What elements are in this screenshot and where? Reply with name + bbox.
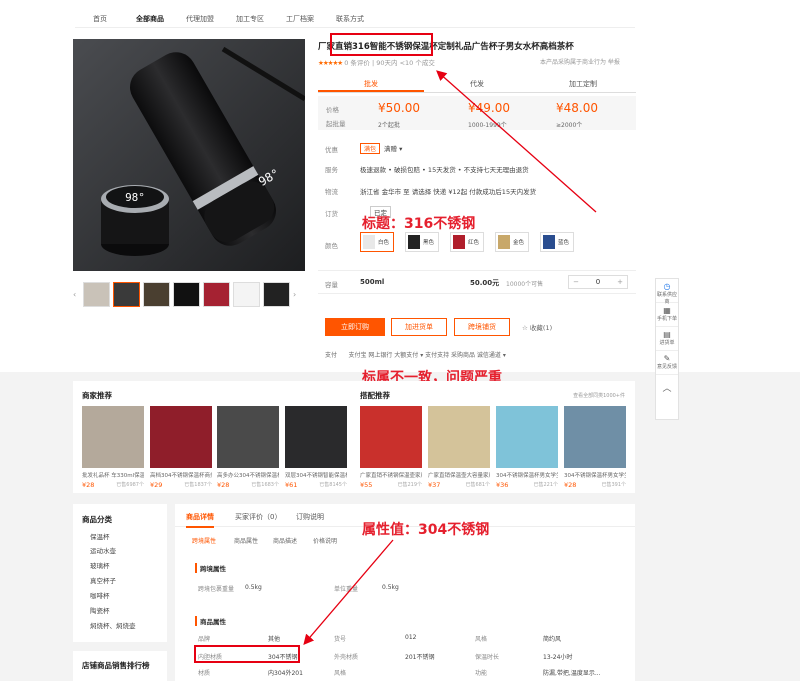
annotation-arrows: [303, 70, 597, 645]
arrow-to-attribute: [303, 539, 394, 645]
arrow-to-title: [436, 70, 597, 213]
